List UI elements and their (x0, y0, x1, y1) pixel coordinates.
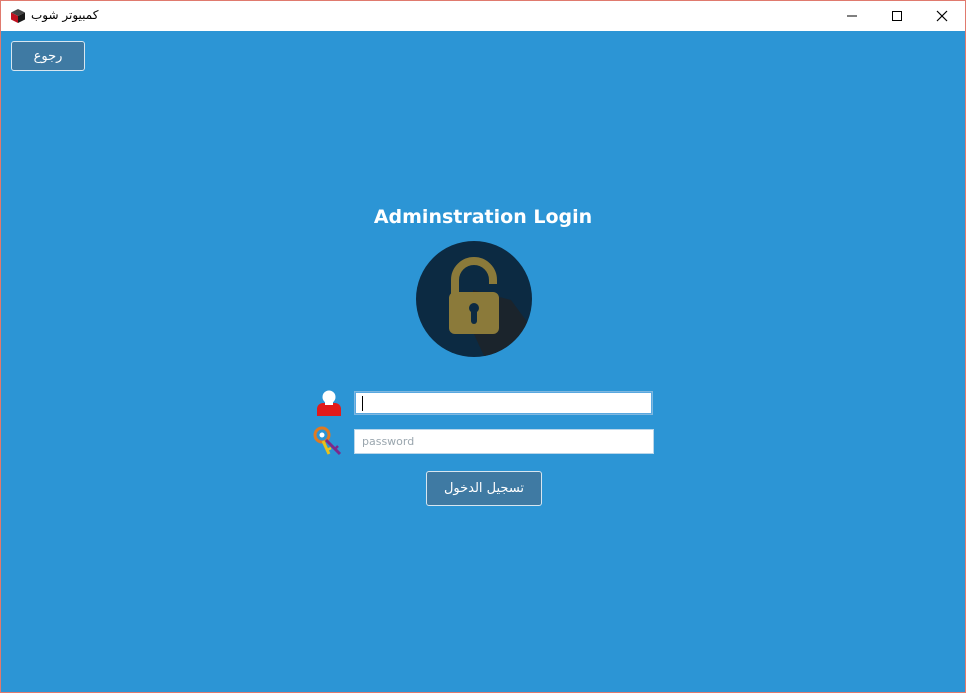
minimize-icon (847, 15, 857, 17)
login-button[interactable]: تسجيل الدخول (426, 471, 542, 506)
username-input[interactable] (354, 391, 653, 415)
text-caret (362, 396, 363, 411)
app-window: كمبيوتر شوب رجوع Adminstration Login pas… (0, 0, 966, 693)
unlocked-padlock-icon (416, 241, 532, 357)
maximize-icon (892, 11, 902, 21)
password-input[interactable]: password (354, 429, 654, 454)
user-icon (317, 390, 341, 416)
minimize-button[interactable] (829, 1, 875, 31)
close-button[interactable] (919, 1, 965, 31)
back-button[interactable]: رجوع (11, 41, 85, 71)
keys-icon (313, 426, 342, 456)
window-title: كمبيوتر شوب (31, 8, 99, 22)
title-bar[interactable]: كمبيوتر شوب (1, 1, 965, 31)
close-icon (936, 10, 948, 22)
password-placeholder: password (362, 435, 415, 448)
app-box-icon (11, 9, 25, 23)
maximize-button[interactable] (874, 1, 920, 31)
page-title: Adminstration Login (373, 206, 593, 228)
